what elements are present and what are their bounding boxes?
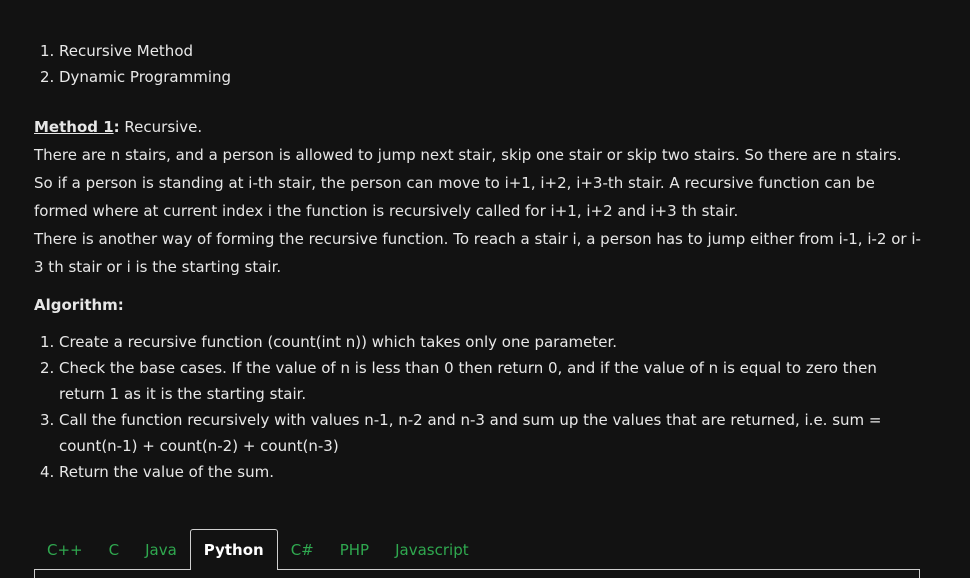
list-number: 3.: [40, 411, 55, 429]
list-number: 2.: [40, 68, 55, 86]
tab-php[interactable]: PHP: [327, 529, 382, 570]
tab-python[interactable]: Python: [189, 529, 278, 570]
list-text: Recursive Method: [59, 42, 194, 60]
algorithm-steps: 1. Create a recursive function (count(in…: [40, 329, 924, 485]
list-item: 2. Dynamic Programming: [40, 64, 231, 90]
language-tabs: C++ C Java Python C# PHP Javascript: [34, 529, 482, 570]
code-panel: [34, 569, 920, 578]
list-item: 1. Recursive Method: [40, 38, 231, 64]
list-text: Call the function recursively with value…: [59, 411, 882, 455]
list-number: 1.: [40, 333, 55, 351]
list-item: 3. Call the function recursively with va…: [40, 407, 924, 459]
list-number: 1.: [40, 42, 55, 60]
list-item: 1. Create a recursive function (count(in…: [40, 329, 924, 355]
list-item: 4. Return the value of the sum.: [40, 459, 924, 485]
algorithm-heading: Algorithm:: [34, 296, 124, 314]
tab-javascript[interactable]: Javascript: [382, 529, 481, 570]
paragraph: There are n stairs, and a person is allo…: [34, 146, 902, 220]
method-label: Method 1: [34, 118, 114, 136]
list-text: Dynamic Programming: [59, 68, 232, 86]
article-page: 1. Recursive Method 2. Dynamic Programmi…: [0, 0, 970, 578]
list-text: Check the base cases. If the value of n …: [59, 359, 877, 403]
tab-csharp[interactable]: C#: [278, 529, 327, 570]
list-item: 2. Check the base cases. If the value of…: [40, 355, 924, 407]
list-text: Return the value of the sum.: [59, 463, 274, 481]
list-text: Create a recursive function (count(int n…: [59, 333, 618, 351]
tab-cpp[interactable]: C++: [34, 529, 96, 570]
methods-list: 1. Recursive Method 2. Dynamic Programmi…: [40, 38, 231, 90]
tab-java[interactable]: Java: [132, 529, 190, 570]
list-number: 2.: [40, 359, 55, 377]
tab-c[interactable]: C: [96, 529, 132, 570]
paragraph: There is another way of forming the recu…: [34, 230, 921, 276]
method-title: Recursive.: [119, 118, 203, 136]
method-heading: Method 1: Recursive.: [34, 116, 202, 138]
list-number: 4.: [40, 463, 55, 481]
